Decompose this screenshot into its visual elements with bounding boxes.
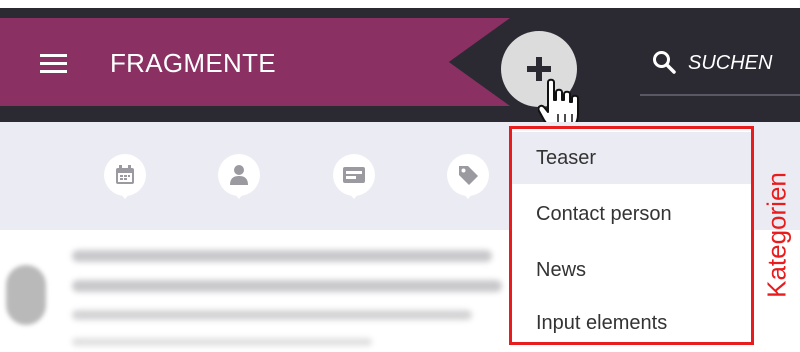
- fragment-list: [0, 230, 510, 352]
- person-icon: [230, 165, 248, 185]
- filter-date-button[interactable]: [104, 154, 146, 199]
- search-underline: [640, 94, 800, 96]
- page-title: FRAGMENTE: [110, 48, 276, 78]
- avatar: [6, 265, 46, 325]
- dropdown-item-contact-person[interactable]: Contact person: [512, 188, 751, 240]
- search-box[interactable]: [640, 30, 800, 96]
- list-item[interactable]: [0, 230, 510, 352]
- filter-person-button[interactable]: [218, 154, 260, 199]
- tag-icon: [459, 166, 478, 185]
- card-icon: [343, 167, 365, 183]
- category-dropdown: Teaser Contact person News Input element…: [509, 126, 754, 345]
- dropdown-item-teaser[interactable]: Teaser: [512, 132, 751, 184]
- calendar-icon: [116, 165, 134, 184]
- search-input[interactable]: [688, 46, 800, 80]
- dropdown-item-news[interactable]: News: [512, 244, 751, 296]
- categories-annotation: Kategorien: [757, 128, 797, 342]
- filter-card-button[interactable]: [333, 154, 375, 199]
- top-bar: FRAGMENTE: [0, 0, 800, 131]
- top-strip: [0, 0, 800, 8]
- dropdown-item-input-elements[interactable]: Input elements: [512, 297, 751, 349]
- menu-button[interactable]: [38, 50, 74, 78]
- filter-tag-button[interactable]: [447, 154, 489, 199]
- search-icon: [653, 51, 676, 74]
- hamburger-icon: [40, 54, 67, 57]
- categories-annotation-label: Kategorien: [761, 172, 792, 298]
